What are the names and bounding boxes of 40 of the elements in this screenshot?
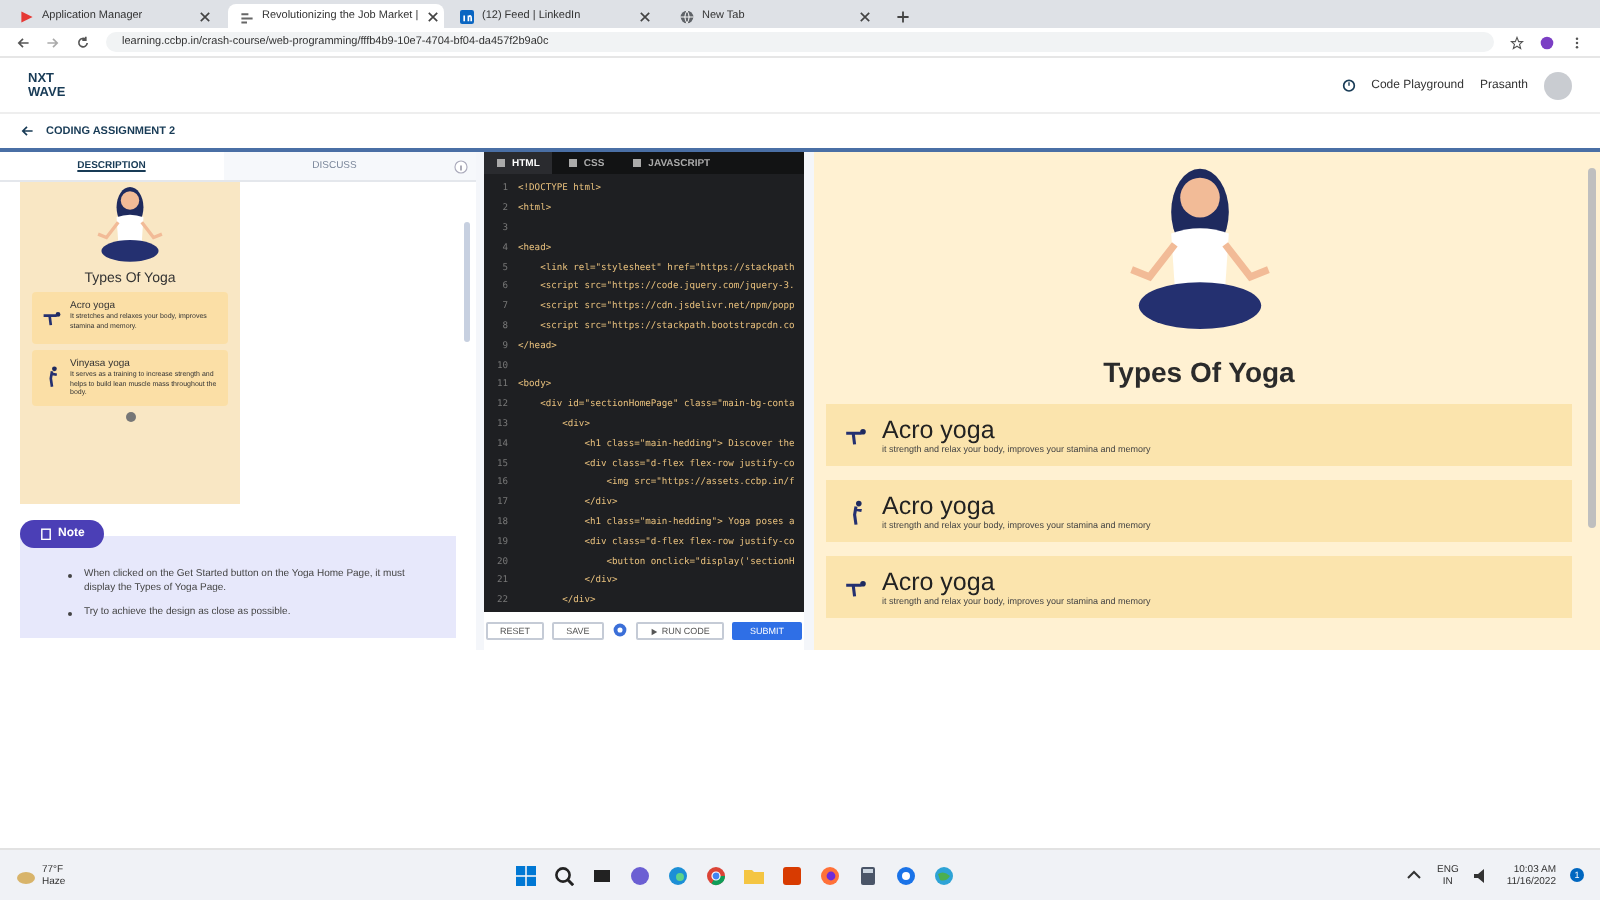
clipboard-icon [40, 528, 52, 540]
close-icon[interactable] [638, 9, 652, 23]
color-wheel-icon[interactable] [706, 866, 725, 885]
in-logo-icon [460, 9, 474, 23]
file-icon [567, 158, 578, 168]
yoga-card-title: Acro yoga [882, 416, 997, 444]
profile-icon[interactable] [1540, 35, 1554, 49]
scrollbar-thumb[interactable] [1588, 168, 1596, 528]
settings-icon[interactable] [611, 622, 628, 639]
search-icon[interactable] [554, 866, 574, 885]
menu-icon[interactable] [1570, 35, 1584, 49]
star-icon[interactable] [1510, 35, 1524, 49]
close-icon[interactable] [426, 9, 441, 23]
chat-icon[interactable] [630, 866, 649, 884]
back-arrow-icon[interactable] [20, 124, 34, 138]
new-tab-icon[interactable] [896, 10, 910, 24]
task-view-icon[interactable] [593, 869, 610, 881]
close-icon[interactable] [198, 9, 212, 23]
tile-icon[interactable] [782, 866, 801, 884]
scroll-dot [125, 411, 135, 421]
preview-title: Types Of Yoga [1103, 356, 1295, 388]
reload-icon[interactable] [76, 35, 90, 49]
globe-icon[interactable] [934, 866, 953, 884]
round-logo-icon[interactable] [896, 866, 915, 884]
ball-icon[interactable] [820, 866, 839, 884]
play-icon [20, 9, 34, 23]
globe-icon [680, 9, 694, 23]
swirl-icon[interactable] [668, 866, 687, 884]
yoga-card-title: Acro yoga [882, 568, 997, 596]
yoga-card-title: Acro yoga [882, 492, 997, 520]
back-icon[interactable] [16, 35, 30, 49]
close-icon[interactable] [858, 9, 872, 23]
windows-icon[interactable] [515, 865, 536, 885]
timer-icon[interactable] [1341, 78, 1356, 92]
play-icon [649, 627, 658, 636]
calculator-icon[interactable] [860, 866, 875, 884]
scrollbar-thumb[interactable] [464, 222, 470, 342]
page-icon [240, 9, 254, 23]
file-icon [632, 158, 643, 168]
file-icon [496, 158, 506, 168]
